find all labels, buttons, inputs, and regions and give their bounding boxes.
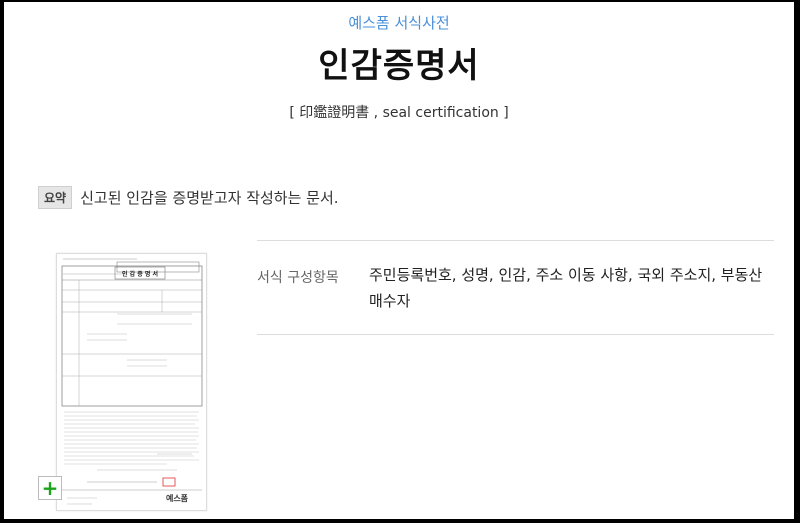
page-frame: 예스폼 서식사전 인감증명서 [ 印鑑證明書 , seal certificat… — [4, 2, 794, 519]
summary-text: 신고된 인감을 증명받고자 작성하는 문서. — [80, 189, 339, 207]
brand-link[interactable]: 예스폼 서식사전 — [4, 12, 794, 33]
summary-badge: 요약 — [38, 186, 73, 209]
thumb-doc-title: 인 감 증 명 서 — [122, 270, 158, 278]
thumb-logo: 예스폼 — [166, 493, 189, 503]
form-thumbnail[interactable]: 인 감 증 명 서 예스폼 — [56, 253, 207, 511]
info-table: 서식 구성항목 주민등록번호, 성명, 인감, 주소 이동 사항, 국외 주소지… — [257, 240, 774, 335]
zoom-button[interactable]: + — [38, 476, 62, 500]
form-preview-image: 인 감 증 명 서 예스폼 — [57, 254, 206, 510]
plus-icon: + — [41, 476, 59, 500]
info-value: 주민등록번호, 성명, 인감, 주소 이동 사항, 국외 주소지, 부동산 매수… — [369, 266, 763, 310]
summary-row: 요약 신고된 인감을 증명받고자 작성하는 문서. — [38, 186, 339, 209]
info-label: 서식 구성항목 — [257, 270, 339, 286]
page-subtitle: [ 印鑑證明書 , seal certification ] — [289, 105, 509, 121]
page-title: 인감증명서 — [318, 46, 480, 86]
